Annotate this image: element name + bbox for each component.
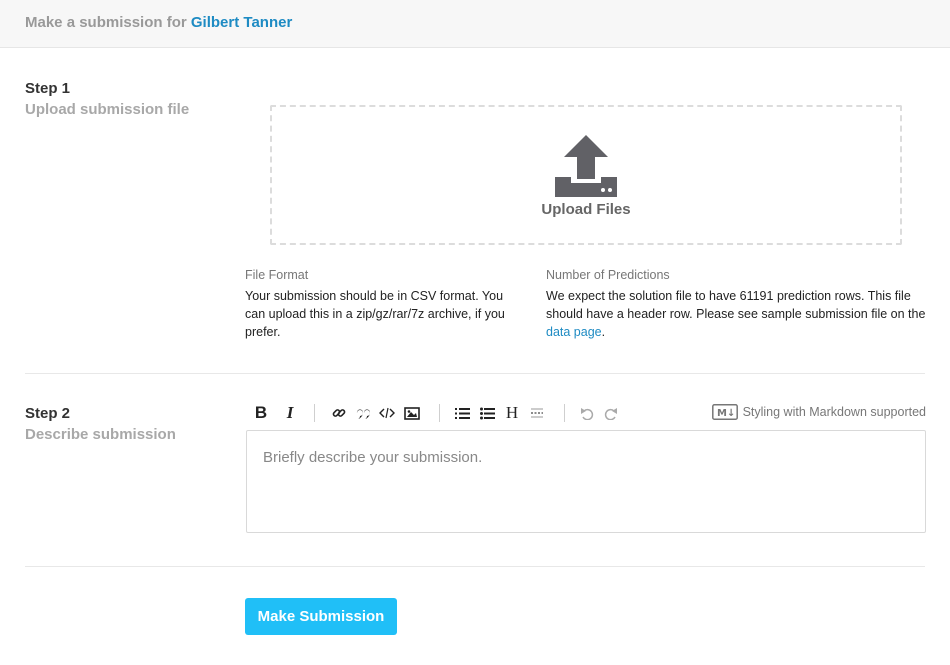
upload-dropzone[interactable]: Upload Files [270,105,902,245]
markdown-note-text: Styling with Markdown supported [742,405,926,419]
step2-number: Step 2 [25,405,71,422]
toolbar-separator [314,404,315,422]
predictions-title: Number of Predictions [546,268,670,282]
step2-label: Step 2 Describe submission [25,405,176,443]
page-header: Make a submission for Gilbert Tanner [0,0,950,48]
markdown-toolbar: B I H M↓ Styling with Markdown supported [246,401,926,425]
image-icon [404,406,420,420]
code-icon [379,407,395,419]
make-submission-button[interactable]: Make Submission [245,598,397,635]
code-button[interactable] [376,401,398,425]
submission-description-input[interactable] [246,430,926,533]
predictions-text: We expect the solution file to have 6119… [546,289,926,321]
image-button[interactable] [401,401,423,425]
competition-user-link[interactable]: Gilbert Tanner [191,14,292,31]
bullet-list-button[interactable] [476,401,498,425]
bold-button[interactable]: B [250,401,272,425]
file-format-info: File Format Your submission should be in… [245,266,505,341]
step1-number: Step 1 [25,80,71,97]
markdown-icon: M↓ [711,404,738,420]
svg-text:M↓: M↓ [717,408,735,419]
file-format-title: File Format [245,268,309,282]
horizontal-rule-button[interactable] [526,401,548,425]
toolbar-separator [439,404,440,422]
undo-button[interactable] [576,401,598,425]
horizontal-rule-icon [531,408,543,418]
undo-icon [581,407,594,420]
redo-button[interactable] [600,401,622,425]
redo-icon [604,407,617,420]
ordered-list-button[interactable] [451,401,473,425]
link-button[interactable] [328,401,350,425]
section-divider [25,373,925,374]
step2-title: Describe submission [25,426,176,443]
quote-icon [356,409,370,419]
italic-button[interactable]: I [279,401,301,425]
quote-button[interactable] [352,401,374,425]
header-prefix: Make a submission for [25,14,187,31]
step1-title: Upload submission file [25,101,190,118]
predictions-info: Number of Predictions We expect the solu… [546,266,926,341]
file-format-text: Your submission should be in CSV format.… [245,289,505,339]
heading-button[interactable]: H [501,401,523,425]
upload-icon [555,135,617,197]
toolbar-separator [564,404,565,422]
upload-files-label: Upload Files [541,201,631,218]
predictions-text-end: . [601,325,606,339]
link-icon [332,409,346,417]
ordered-list-icon [454,407,470,419]
section-divider [25,566,925,567]
data-page-link[interactable]: data page [546,325,602,339]
bullet-list-icon [479,407,495,419]
step1-label: Step 1 Upload submission file [25,80,189,118]
markdown-note: M↓ Styling with Markdown supported [711,404,926,420]
